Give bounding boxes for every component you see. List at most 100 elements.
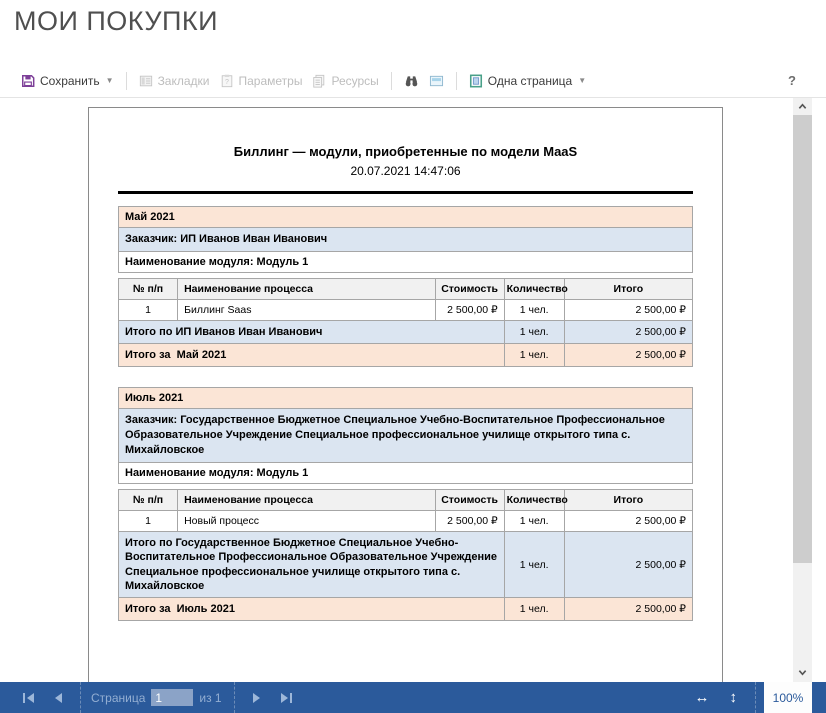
subtotal-total: 2 500,00 ₽: [564, 531, 692, 597]
parameters-button[interactable]: ? Параметры: [215, 71, 308, 91]
row-process: Новый процесс: [178, 510, 435, 531]
fit-width-icon: ↔: [695, 689, 710, 706]
period-total-qty: 1 чел.: [504, 598, 564, 621]
period-total-row: Итого за Июль 2021 1 чел. 2 500,00 ₽: [119, 598, 693, 621]
bookmarks-button[interactable]: Закладки: [134, 71, 215, 91]
detail-header-row: № п/п Наименование процесса Стоимость Ко…: [119, 489, 693, 510]
row-process: Биллинг Saas: [178, 299, 435, 320]
page-header: МОИ ПОКУПКИ: [0, 0, 826, 64]
fit-height-icon: ↕: [730, 689, 738, 706]
pager-separator: [80, 682, 81, 713]
module-row: Наименование модуля: Модуль 1: [119, 462, 693, 483]
period-row: Май 2021: [119, 207, 693, 228]
detail-table: № п/п Наименование процесса Стоимость Ко…: [118, 489, 693, 621]
save-button[interactable]: Сохранить ▼: [16, 71, 119, 91]
report-title: Биллинг — модули, приобретенные по модел…: [89, 144, 722, 159]
row-number: 1: [119, 510, 178, 531]
subtotal-qty: 1 чел.: [504, 531, 564, 597]
scrollbar-thumb[interactable]: [793, 115, 812, 563]
period-total-row: Итого за Май 2021 1 чел. 2 500,00 ₽: [119, 344, 693, 367]
report-divider: [118, 191, 693, 194]
pager-separator: [755, 682, 756, 713]
subtotal-row: Итого по ИП Иванов Иван Иванович 1 чел. …: [119, 320, 693, 343]
subtotal-label: Итого по Государственное Бюджетное Специ…: [119, 531, 505, 597]
toolbar-separator: [456, 72, 457, 90]
row-total: 2 500,00 ₽: [564, 510, 692, 531]
help-button[interactable]: ?: [782, 72, 802, 89]
module-row: Наименование модуля: Модуль 1: [119, 251, 693, 272]
toolbar-separator: [126, 72, 127, 90]
module-label: Наименование модуля: Модуль 1: [119, 462, 693, 483]
customer-label: Заказчик: ИП Иванов Иван Иванович: [119, 228, 693, 252]
page-number-label: Страница: [91, 691, 145, 705]
period-total-qty: 1 чел.: [504, 344, 564, 367]
table-row: 1 Новый процесс 2 500,00 ₽ 1 чел. 2 500,…: [119, 510, 693, 531]
pager-bar: Страница из 1 ↔ ↕ 100%: [0, 682, 826, 713]
app-window: МОИ ПОКУПКИ Сохранить ▼ Закладки ? Парам…: [0, 0, 826, 713]
subtotal-total: 2 500,00 ₽: [564, 320, 692, 343]
period-label: Май 2021: [119, 207, 693, 228]
toolbar-separator: [391, 72, 392, 90]
column-header: Наименование процесса: [178, 278, 435, 299]
first-page-button[interactable]: [14, 693, 44, 703]
scroll-up-icon[interactable]: [793, 98, 812, 115]
period-total-total: 2 500,00 ₽: [564, 344, 692, 367]
bookmarks-button-label: Закладки: [158, 74, 210, 88]
fit-height-button[interactable]: ↕: [720, 690, 748, 705]
column-header: Стоимость: [435, 489, 504, 510]
row-qty: 1 чел.: [504, 299, 564, 320]
save-button-label: Сохранить: [40, 74, 100, 88]
column-header: Итого: [564, 278, 692, 299]
fit-width-button[interactable]: ↔: [685, 690, 720, 705]
show-headers-button[interactable]: [424, 71, 449, 91]
subtotal-row: Итого по Государственное Бюджетное Специ…: [119, 531, 693, 597]
report-page: Биллинг — модули, приобретенные по модел…: [88, 107, 723, 682]
page-count-label: из 1: [199, 691, 221, 705]
column-header: Наименование процесса: [178, 489, 435, 510]
column-header: Итого: [564, 489, 692, 510]
clipboard-question-icon: ?: [220, 74, 234, 88]
column-header: № п/п: [119, 278, 178, 299]
detail-header-row: № п/п Наименование процесса Стоимость Ко…: [119, 278, 693, 299]
module-label: Наименование модуля: Модуль 1: [119, 251, 693, 272]
prev-page-icon: [53, 693, 63, 703]
report-viewport: Биллинг — модули, приобретенные по модел…: [0, 98, 826, 682]
floppy-disk-icon: [21, 74, 35, 88]
column-header: Количество: [504, 278, 564, 299]
row-number: 1: [119, 299, 178, 320]
column-header: Количество: [504, 489, 564, 510]
customer-row: Заказчик: ИП Иванов Иван Иванович: [119, 228, 693, 252]
vertical-scrollbar[interactable]: [793, 98, 812, 682]
row-total: 2 500,00 ₽: [564, 299, 692, 320]
zoom-level-button[interactable]: 100%: [764, 682, 812, 713]
panel-icon: [429, 74, 444, 88]
row-qty: 1 чел.: [504, 510, 564, 531]
parameters-button-label: Параметры: [239, 74, 303, 88]
prev-page-button[interactable]: [44, 693, 72, 703]
page-number-input[interactable]: [151, 689, 193, 706]
last-page-button[interactable]: [271, 693, 301, 703]
customer-label: Заказчик: Государственное Бюджетное Спец…: [119, 409, 693, 463]
bookmarks-icon: [139, 74, 153, 88]
page-view-button[interactable]: Одна страница ▼: [464, 71, 591, 91]
page-view-button-label: Одна страница: [488, 74, 572, 88]
next-page-button[interactable]: [243, 693, 271, 703]
first-page-icon: [23, 693, 35, 703]
period-total-total: 2 500,00 ₽: [564, 598, 692, 621]
find-button[interactable]: [399, 71, 424, 91]
row-cost: 2 500,00 ₽: [435, 510, 504, 531]
last-page-icon: [280, 693, 292, 703]
section-header-table: Июль 2021 Заказчик: Государственное Бюдж…: [118, 387, 693, 484]
resources-button[interactable]: Ресурсы: [307, 71, 383, 91]
subtotal-label: Итого по ИП Иванов Иван Иванович: [119, 320, 505, 343]
detail-table: № п/п Наименование процесса Стоимость Ко…: [118, 278, 693, 368]
table-row: 1 Биллинг Saas 2 500,00 ₽ 1 чел. 2 500,0…: [119, 299, 693, 320]
next-page-icon: [252, 693, 262, 703]
chevron-down-icon: ▼: [106, 76, 114, 85]
toolbar: Сохранить ▼ Закладки ? Параметры Ресурсы: [0, 64, 826, 98]
page-title: МОИ ПОКУПКИ: [14, 6, 812, 37]
section-header-table: Май 2021 Заказчик: ИП Иванов Иван Иванов…: [118, 206, 693, 273]
period-row: Июль 2021: [119, 388, 693, 409]
scroll-down-icon[interactable]: [793, 664, 812, 681]
period-label: Июль 2021: [119, 388, 693, 409]
